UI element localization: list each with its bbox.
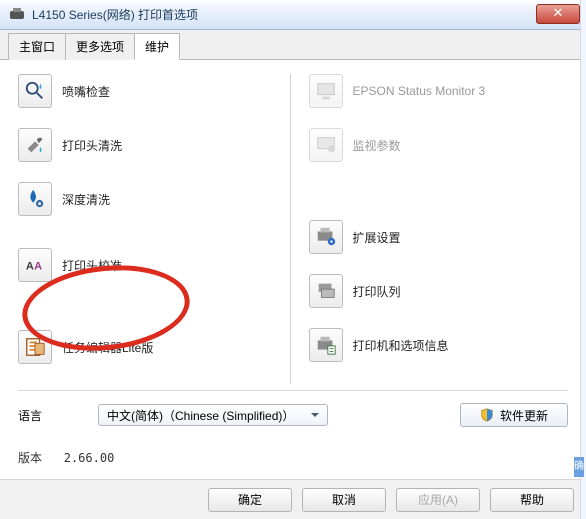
aa-align-icon[interactable]: AA (18, 248, 52, 282)
item-printer-info[interactable]: 打印机和选项信息 (309, 328, 569, 362)
cancel-button[interactable]: 取消 (302, 488, 386, 512)
task-list-icon[interactable] (18, 330, 52, 364)
right-column: EPSON Status Monitor 3 监视参数 扩展设置 打印队列 (291, 74, 569, 384)
language-select[interactable]: 中文(简体)（Chinese (Simplified)） (98, 404, 328, 426)
shield-icon (480, 408, 494, 422)
head-align-label: 打印头校准 (62, 257, 122, 274)
software-update-button[interactable]: 软件更新 (460, 403, 568, 427)
monitor-params-label: 监视参数 (353, 137, 401, 154)
tab-main[interactable]: 主窗口 (8, 33, 66, 60)
maintenance-panel: 喷嘴检查 打印头清洗 深度清洗 AA 打印头校准 (0, 60, 586, 480)
ext-settings-label: 扩展设置 (353, 229, 401, 246)
wrench-drop-icon[interactable] (18, 128, 52, 162)
deep-clean-label: 深度清洗 (62, 191, 110, 208)
printer-gear-icon[interactable] (309, 220, 343, 254)
apply-button: 应用(A) (396, 488, 480, 512)
version-value: 2.66.00 (64, 451, 115, 465)
tab-more-options[interactable]: 更多选项 (65, 33, 135, 60)
monitor-icon (309, 74, 343, 108)
update-button-label: 软件更新 (500, 407, 548, 424)
svg-text:A: A (26, 261, 34, 273)
status-monitor-label: EPSON Status Monitor 3 (353, 84, 486, 98)
queue-icon[interactable] (309, 274, 343, 308)
help-button[interactable]: 帮助 (490, 488, 574, 512)
svg-text:A: A (34, 261, 42, 273)
left-column: 喷嘴检查 打印头清洗 深度清洗 AA 打印头校准 (18, 74, 291, 384)
item-nozzle-check[interactable]: 喷嘴检查 (18, 74, 278, 108)
dialog-footer: 确定 取消 应用(A) 帮助 (0, 479, 586, 519)
printer-icon (10, 8, 26, 22)
partial-button-edge: 确 (574, 457, 584, 477)
drop-gear-icon[interactable] (18, 182, 52, 216)
language-label: 语言 (18, 407, 98, 424)
language-selected: 中文(简体)（Chinese (Simplified)） (107, 407, 294, 424)
item-head-clean[interactable]: 打印头清洗 (18, 128, 278, 162)
task-editor-label: 任务编辑器Lite版 (62, 339, 153, 356)
version-row: 版本 2.66.00 (18, 449, 568, 466)
window-title: L4150 Series(网络) 打印首选项 (32, 6, 198, 23)
printer-info-label: 打印机和选项信息 (353, 337, 449, 354)
ok-button[interactable]: 确定 (208, 488, 292, 512)
magnifier-drop-icon[interactable] (18, 74, 52, 108)
item-status-monitor: EPSON Status Monitor 3 (309, 74, 569, 108)
head-clean-label: 打印头清洗 (62, 137, 122, 154)
tab-bar: 主窗口 更多选项 维护 (0, 30, 586, 60)
item-deep-clean[interactable]: 深度清洗 (18, 182, 278, 216)
item-head-align[interactable]: AA 打印头校准 (18, 248, 278, 282)
window-right-edge (580, 0, 586, 519)
close-button[interactable]: ✕ (536, 4, 580, 24)
language-row: 语言 中文(简体)（Chinese (Simplified)） 软件更新 (18, 403, 568, 427)
item-task-editor[interactable]: 任务编辑器Lite版 (18, 330, 278, 364)
printer-info-icon[interactable] (309, 328, 343, 362)
item-ext-settings[interactable]: 扩展设置 (309, 220, 569, 254)
version-label: 版本 (18, 451, 42, 465)
tab-maintenance[interactable]: 维护 (134, 33, 180, 60)
item-monitor-params: 监视参数 (309, 128, 569, 162)
titlebar: L4150 Series(网络) 打印首选项 ✕ (0, 0, 586, 30)
params-icon (309, 128, 343, 162)
item-print-queue[interactable]: 打印队列 (309, 274, 569, 308)
nozzle-check-label: 喷嘴检查 (62, 83, 110, 100)
print-queue-label: 打印队列 (353, 283, 401, 300)
